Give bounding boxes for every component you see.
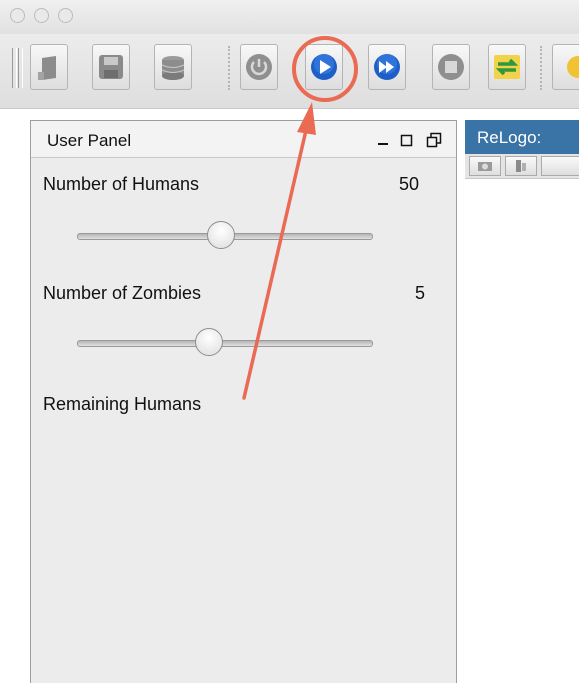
annotation-arrow	[242, 102, 316, 400]
arrow-head	[297, 102, 316, 135]
